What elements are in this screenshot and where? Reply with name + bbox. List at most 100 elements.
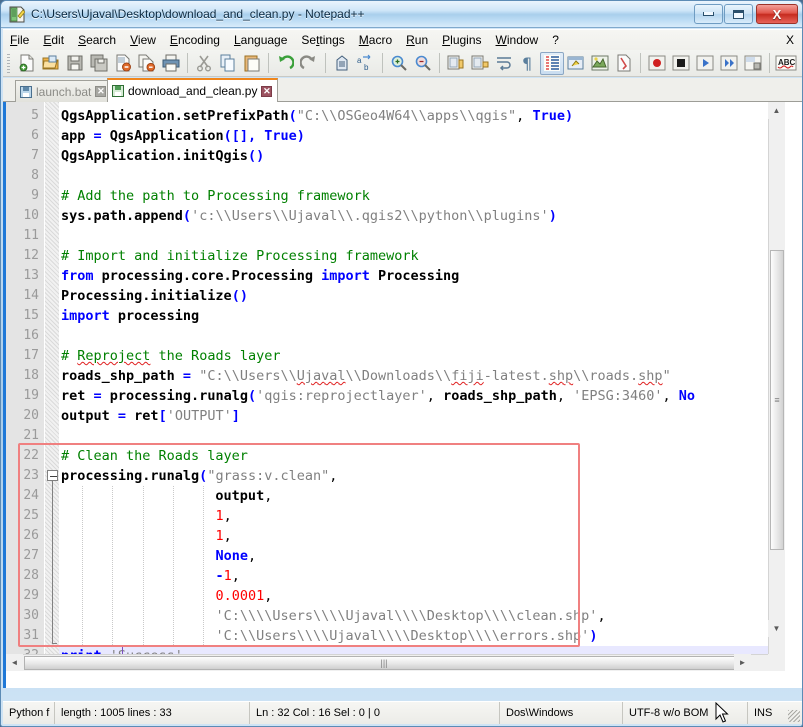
toolbar-grip[interactable] [5,52,13,74]
code-line[interactable]: -1, [59,566,239,586]
show-whitespace-icon[interactable] [588,52,612,75]
code-line[interactable]: 1, [59,506,231,526]
code-line[interactable]: sys.path.append('c:\\Users\\Ujaval\\.qgi… [59,206,557,226]
replace-icon[interactable]: a b [354,52,378,75]
menu-edit[interactable]: Edit [36,31,71,50]
code-line[interactable]: Processing.initialize() [59,286,248,306]
paste-icon[interactable] [240,52,264,75]
undo-icon[interactable] [273,52,297,75]
code-line[interactable] [59,166,61,186]
code-token: fiji [451,368,484,384]
tab-download-and-clean-py[interactable]: download_and_clean.py ✕ [107,78,279,102]
minimize-button[interactable] [694,4,723,24]
sync-vertical-scroll-icon[interactable] [444,52,468,75]
scroll-up-arrow[interactable]: ▲ [768,102,785,119]
code-line[interactable]: 'C:\\\\Users\\\\Ujaval\\\\Desktop\\\\cle… [59,606,605,626]
code-editor[interactable]: 5 6 7 8 9 10 11 12 13 14 15 16 17 18 19 20 21 22 23 24 25 26 2… [6,102,785,671]
code-line[interactable] [59,326,61,346]
code-line[interactable]: processing.runalg("grass:v.clean", [59,466,337,486]
code-line[interactable]: QgsApplication.initQgis() [59,146,264,166]
menu-bar: File Edit Search View Encoding Language … [3,29,802,50]
vertical-scroll-thumb[interactable]: ≡ [770,250,784,550]
cut-icon[interactable] [192,52,216,75]
horizontal-scrollbar[interactable]: ◄ ||| ► [6,654,768,671]
code-line[interactable]: ret = processing.runalg('qgis:reprojectl… [59,386,695,406]
user-defined-dialog-icon[interactable] [564,52,588,75]
horizontal-scroll-thumb[interactable]: ||| [24,656,744,670]
close-document-button[interactable]: X [786,33,794,47]
copy-icon[interactable] [216,52,240,75]
save-macro-icon[interactable] [741,52,765,75]
code-token: "grass:v.clean" [207,468,330,484]
sync-horizontal-scroll-icon[interactable] [468,52,492,75]
zoom-out-icon[interactable] [411,52,435,75]
code-content[interactable]: QgsApplication.setPrefixPath("C:\\OSGeo4… [59,102,785,671]
stop-recording-icon[interactable] [669,52,693,75]
fold-line-end [52,643,57,644]
menu-plugins[interactable]: Plugins [435,31,488,50]
close-all-files-icon[interactable] [135,52,159,75]
code-line[interactable]: 1, [59,526,231,546]
open-file-icon[interactable] [39,52,63,75]
menu-encoding[interactable]: Encoding [163,31,227,50]
menu-language[interactable]: Language [227,31,294,50]
close-file-icon[interactable] [111,52,135,75]
menu-view[interactable]: View [123,31,163,50]
code-line[interactable]: # Add the path to Processing framework [59,186,370,206]
code-line[interactable]: import processing [59,306,199,326]
record-macro-icon[interactable] [645,52,669,75]
show-all-characters-icon[interactable]: ¶ [516,52,540,75]
new-file-icon[interactable] [15,52,39,75]
find-icon[interactable] [330,52,354,75]
code-line[interactable] [59,226,61,246]
tab-launch-bat[interactable]: launch.bat ✕ [15,80,113,102]
code-line[interactable]: app = QgsApplication([], True) [59,126,305,146]
close-window-button[interactable]: X [756,4,798,24]
menu-macro[interactable]: Macro [352,31,399,50]
window-resize-grip[interactable] [788,710,800,722]
indent-guide-icon[interactable] [540,51,564,75]
menu-search[interactable]: Search [71,31,123,50]
code-token: shp [638,368,663,384]
menu-help[interactable]: ? [545,31,566,50]
code-line[interactable]: output, [59,486,272,506]
fold-collapse-marker[interactable] [47,470,58,481]
code-line[interactable]: from processing.core.Processing import P… [59,266,459,286]
code-line[interactable]: # Reproject the Roads layer [59,346,280,366]
document-map-icon[interactable] [612,52,636,75]
code-line[interactable]: 'C:\\Users\\\\Ujaval\\\\Desktop\\\\error… [59,626,597,646]
play-macro-multiple-icon[interactable] [717,52,741,75]
save-icon[interactable] [63,52,87,75]
editor-frame: 5 6 7 8 9 10 11 12 13 14 15 16 17 18 19 20 21 22 23 24 25 26 2… [3,102,802,688]
play-macro-icon[interactable] [693,52,717,75]
code-line[interactable]: 0.0001, [59,586,272,606]
zoom-in-icon[interactable] [387,52,411,75]
menu-window[interactable]: Window [489,31,546,50]
tab-close-icon[interactable]: ✕ [95,86,107,97]
code-line[interactable]: QgsApplication.setPrefixPath("C:\\OSGeo4… [59,106,573,126]
code-line[interactable]: roads_shp_path = "C:\\Users\\Ujaval\\Dow… [59,366,671,386]
maximize-button[interactable] [724,4,753,24]
code-token: - [215,568,224,584]
print-icon[interactable] [159,52,183,75]
menu-settings[interactable]: Settings [294,31,351,50]
code-line[interactable]: # Clean the Roads layer [59,446,248,466]
scroll-down-arrow[interactable]: ▼ [768,620,785,637]
menu-run[interactable]: Run [399,31,435,50]
menu-file[interactable]: File [3,31,36,50]
code-line[interactable]: None, [59,546,256,566]
code-line[interactable] [59,426,61,446]
code-token: , [662,388,679,404]
vertical-scrollbar[interactable]: ▲ ≡ ▼ [768,102,785,654]
scroll-left-arrow[interactable]: ◄ [6,654,23,671]
tab-close-icon[interactable]: ✕ [261,85,273,97]
scroll-right-arrow[interactable]: ► [734,654,751,671]
redo-icon[interactable] [297,52,321,75]
code-token: # [61,348,78,364]
save-all-icon[interactable] [87,52,111,75]
code-line[interactable]: output = ret['OUTPUT'] [59,406,240,426]
spell-check-icon[interactable]: ABC [774,52,798,75]
code-line[interactable]: # Import and initialize Processing frame… [59,246,419,266]
word-wrap-icon[interactable] [492,52,516,75]
scroll-thumb-grip: ||| [380,658,388,668]
